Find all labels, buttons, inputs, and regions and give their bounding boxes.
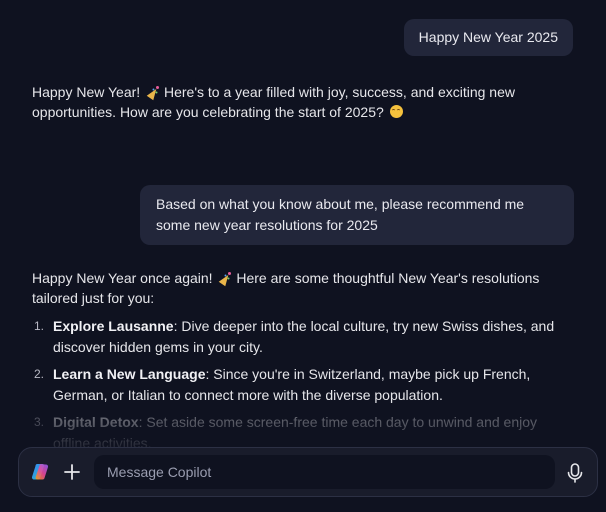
assistant-intro-text: Happy New Year once again! <box>32 270 213 286</box>
smiling-face-icon <box>389 105 403 118</box>
list-item-title: Digital Detox <box>53 414 139 430</box>
list-item: 1. Explore Lausanne: Dive deeper into th… <box>32 316 572 358</box>
conversation-area[interactable]: Happy New Year 2025 Happy New Year! Here… <box>0 0 606 512</box>
list-item-number: 3. <box>34 415 45 429</box>
user-message: Based on what you know about me, please … <box>140 185 574 245</box>
user-message-text: Happy New Year 2025 <box>418 29 558 45</box>
list-item-title: Explore Lausanne <box>53 318 174 334</box>
message-input[interactable] <box>94 455 555 489</box>
user-message-text: Based on what you know about me, please … <box>156 196 525 233</box>
assistant-message: Happy New Year! Here's to a year filled … <box>32 82 572 122</box>
copilot-logo-icon[interactable] <box>31 462 51 482</box>
microphone-icon[interactable] <box>565 462 585 484</box>
copilot-chat-window: Happy New Year 2025 Happy New Year! Here… <box>0 0 606 512</box>
list-item: 2. Learn a New Language: Since you're in… <box>32 364 572 406</box>
assistant-message: Happy New Year once again! Here are some… <box>32 268 572 460</box>
message-composer <box>18 447 598 497</box>
list-item-title: Learn a New Language <box>53 366 206 382</box>
user-message: Happy New Year 2025 <box>403 19 573 56</box>
assistant-intro: Happy New Year once again! Here are some… <box>32 268 572 308</box>
list-item-number: 2. <box>34 367 45 381</box>
resolutions-list: 1. Explore Lausanne: Dive deeper into th… <box>32 316 572 454</box>
party-popper-icon <box>145 85 160 99</box>
assistant-message-text: Happy New Year! <box>32 84 141 100</box>
plus-icon[interactable] <box>61 460 83 484</box>
list-item-number: 1. <box>34 319 45 333</box>
party-popper-icon <box>217 271 232 285</box>
